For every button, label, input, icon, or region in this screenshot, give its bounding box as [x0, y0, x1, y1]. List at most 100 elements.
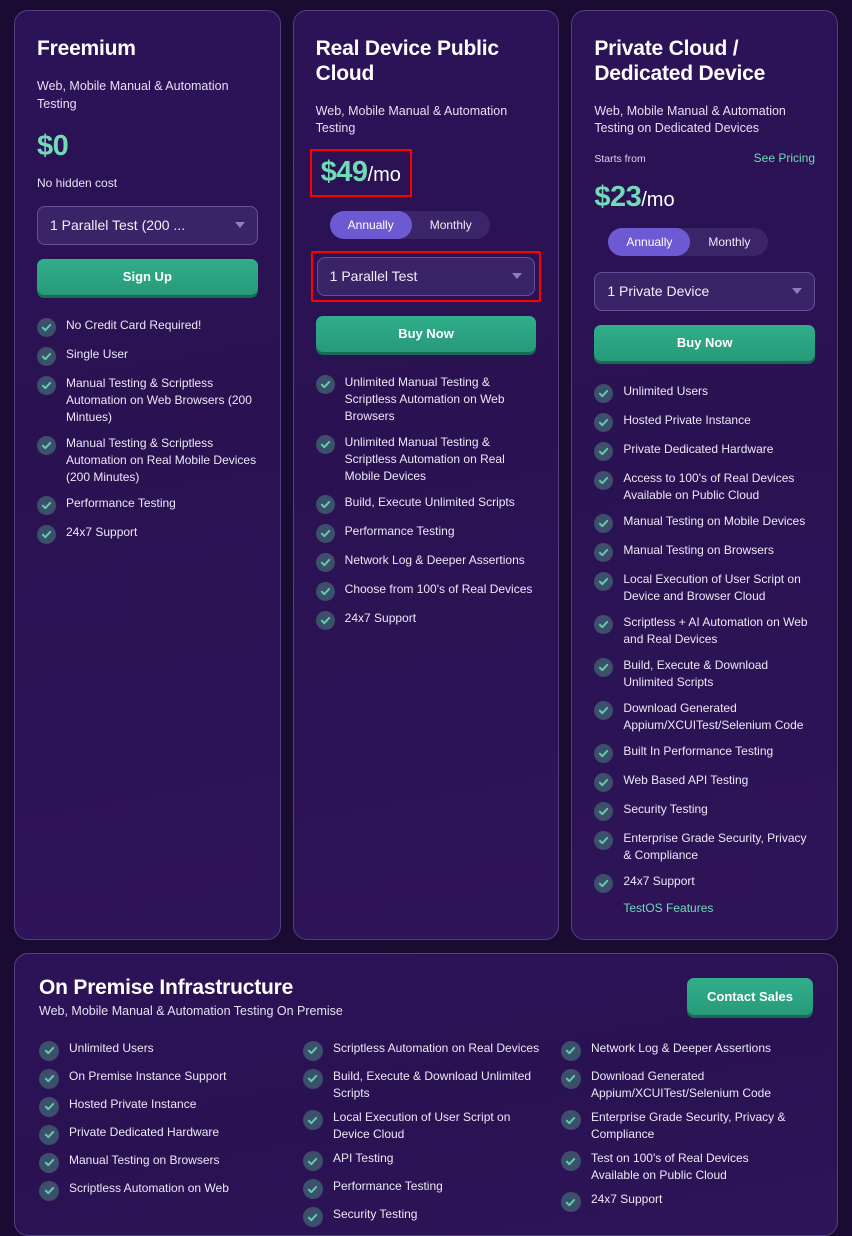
check-icon [302, 1040, 323, 1061]
check-icon [594, 657, 614, 677]
feature-item: No Credit Card Required! [37, 317, 258, 337]
on-premise-column-1: Unlimited Users On Premise Instance Suppo… [39, 1040, 297, 1234]
feature-label: Network Log & Deeper Assertions [344, 552, 525, 567]
price-block: $23/mo [594, 181, 674, 214]
toggle-option-monthly[interactable]: Monthly [412, 211, 490, 239]
plan-cta-button[interactable]: Sign Up [37, 258, 258, 295]
check-icon [39, 1040, 59, 1061]
feature-item: Local Execution of User Script on Device… [594, 571, 815, 605]
feature-item: Scriptless + AI Automation on Web and Re… [594, 614, 815, 648]
check-icon [560, 1151, 581, 1172]
feature-label: Performance Testing [66, 495, 176, 510]
plan-feature-list: No Credit Card Required! Single User Manua… [37, 317, 258, 544]
check-icon [594, 542, 614, 562]
feature-label: Web Based API Testing [623, 772, 749, 787]
feature-item: Performance Testing [302, 1178, 541, 1200]
feature-item: Enterprise Grade Security, Privacy & Com… [560, 1109, 799, 1143]
feature-item: Single User [37, 346, 258, 366]
on-premise-subtitle: Web, Mobile Manual & Automation Testing … [39, 1003, 343, 1018]
feature-label: 24x7 Support [344, 610, 417, 625]
feature-label: Choose from 100's of Real Devices [344, 581, 533, 596]
testos-features-link[interactable]: TestOS Features [623, 900, 815, 917]
feature-item: Security Testing [594, 801, 815, 821]
feature-label: Private Dedicated Hardware [69, 1124, 220, 1139]
feature-item: Choose from 100's of Real Devices [315, 581, 537, 601]
check-icon [594, 873, 614, 893]
feature-item: Performance Testing [37, 495, 258, 515]
feature-item: Security Testing [302, 1206, 541, 1228]
pricing-page: Freemium Web, Mobile Manual & Automation … [0, 0, 852, 1236]
feature-label: API Testing [332, 1151, 394, 1166]
check-icon [39, 1068, 59, 1089]
feature-item: Build, Execute Unlimited Scripts [315, 494, 537, 514]
feature-label: Performance Testing [332, 1179, 443, 1194]
contact-sales-button[interactable]: Contact Sales [687, 977, 813, 1015]
plan-quantity-value: 1 Parallel Test (200 ... [50, 217, 186, 234]
price-block: $49/mo [309, 148, 412, 197]
feature-item: Local Execution of User Script on Device… [302, 1109, 541, 1143]
feature-item: Unlimited Users [39, 1040, 283, 1061]
feature-label: Built In Performance Testing [623, 743, 774, 758]
feature-label: Unlimited Users [623, 383, 709, 398]
on-premise-feature-columns: Unlimited Users On Premise Instance Suppo… [39, 1040, 813, 1234]
feature-label: Security Testing [623, 801, 708, 816]
plan-title: Real Device Public Cloud [315, 37, 499, 85]
toggle-option-monthly[interactable]: Monthly [690, 228, 768, 256]
plan-cta-button[interactable]: Buy Now [594, 324, 816, 361]
check-icon [315, 374, 335, 394]
feature-item: Download Generated Appium/XCUITest/Selen… [560, 1068, 799, 1102]
feature-label: Manual Testing on Browsers [69, 1152, 220, 1167]
plan-quantity-value: 1 Parallel Test [329, 268, 418, 285]
billing-cycle-toggle[interactable]: Annually Monthly [329, 210, 490, 239]
check-icon [594, 700, 614, 720]
feature-label: Private Dedicated Hardware [623, 441, 774, 456]
toggle-option-annually[interactable]: Annually [608, 227, 691, 256]
feature-item: Manual Testing & Scriptless Automation o… [37, 375, 258, 426]
feature-label: Unlimited Users [69, 1040, 154, 1055]
feature-label: Single User [66, 346, 129, 361]
feature-item: 24x7 Support [594, 873, 815, 893]
plan-quantity-select[interactable]: 1 Parallel Test [316, 256, 536, 296]
check-icon [37, 495, 56, 515]
check-icon [594, 743, 614, 763]
feature-item: Network Log & Deeper Assertions [315, 552, 537, 572]
check-icon [39, 1096, 59, 1117]
feature-item: Web Based API Testing [594, 772, 815, 792]
check-icon [315, 581, 335, 601]
check-icon [594, 571, 614, 591]
check-icon [302, 1068, 323, 1089]
check-icon [594, 614, 614, 634]
chevron-down-icon [792, 288, 803, 295]
check-icon [315, 434, 335, 454]
feature-item: Private Dedicated Hardware [594, 441, 815, 461]
plan-quantity-select[interactable]: 1 Parallel Test (200 ... [37, 205, 258, 245]
plan-cta-button[interactable]: Buy Now [315, 315, 537, 352]
price-amount: $23 [594, 180, 642, 213]
see-pricing-link[interactable]: See Pricing [754, 151, 815, 165]
chevron-down-icon [512, 273, 523, 280]
check-icon [594, 441, 614, 461]
feature-item: Unlimited Users [594, 383, 815, 403]
feature-label: On Premise Instance Support [69, 1068, 227, 1083]
check-icon [302, 1151, 323, 1172]
chevron-down-icon [234, 222, 245, 229]
check-icon [594, 412, 614, 432]
check-icon [594, 772, 614, 792]
plan-quantity-select[interactable]: 1 Private Device [594, 271, 816, 311]
check-icon [594, 470, 614, 490]
on-premise-heading-group: On Premise Infrastructure Web, Mobile Ma… [39, 976, 343, 1018]
feature-item: Unlimited Manual Testing & Scriptless Au… [315, 374, 537, 425]
feature-label: Enterprise Grade Security, Privacy & Com… [590, 1110, 786, 1142]
check-icon [39, 1180, 59, 1201]
feature-item: Manual Testing on Browsers [39, 1152, 283, 1173]
feature-item: 24x7 Support [315, 610, 537, 630]
feature-label: Unlimited Manual Testing & Scriptless Au… [344, 434, 505, 483]
check-icon [302, 1179, 323, 1200]
price-block: $0 [37, 130, 69, 163]
check-icon [315, 552, 335, 572]
toggle-option-annually[interactable]: Annually [329, 210, 412, 239]
feature-label: Security Testing [332, 1207, 418, 1222]
feature-label: Local Execution of User Script on Device… [623, 571, 801, 603]
billing-cycle-toggle[interactable]: Annually Monthly [608, 227, 769, 256]
plan-feature-list: Unlimited Users Hosted Private Instance Pr… [594, 383, 815, 893]
